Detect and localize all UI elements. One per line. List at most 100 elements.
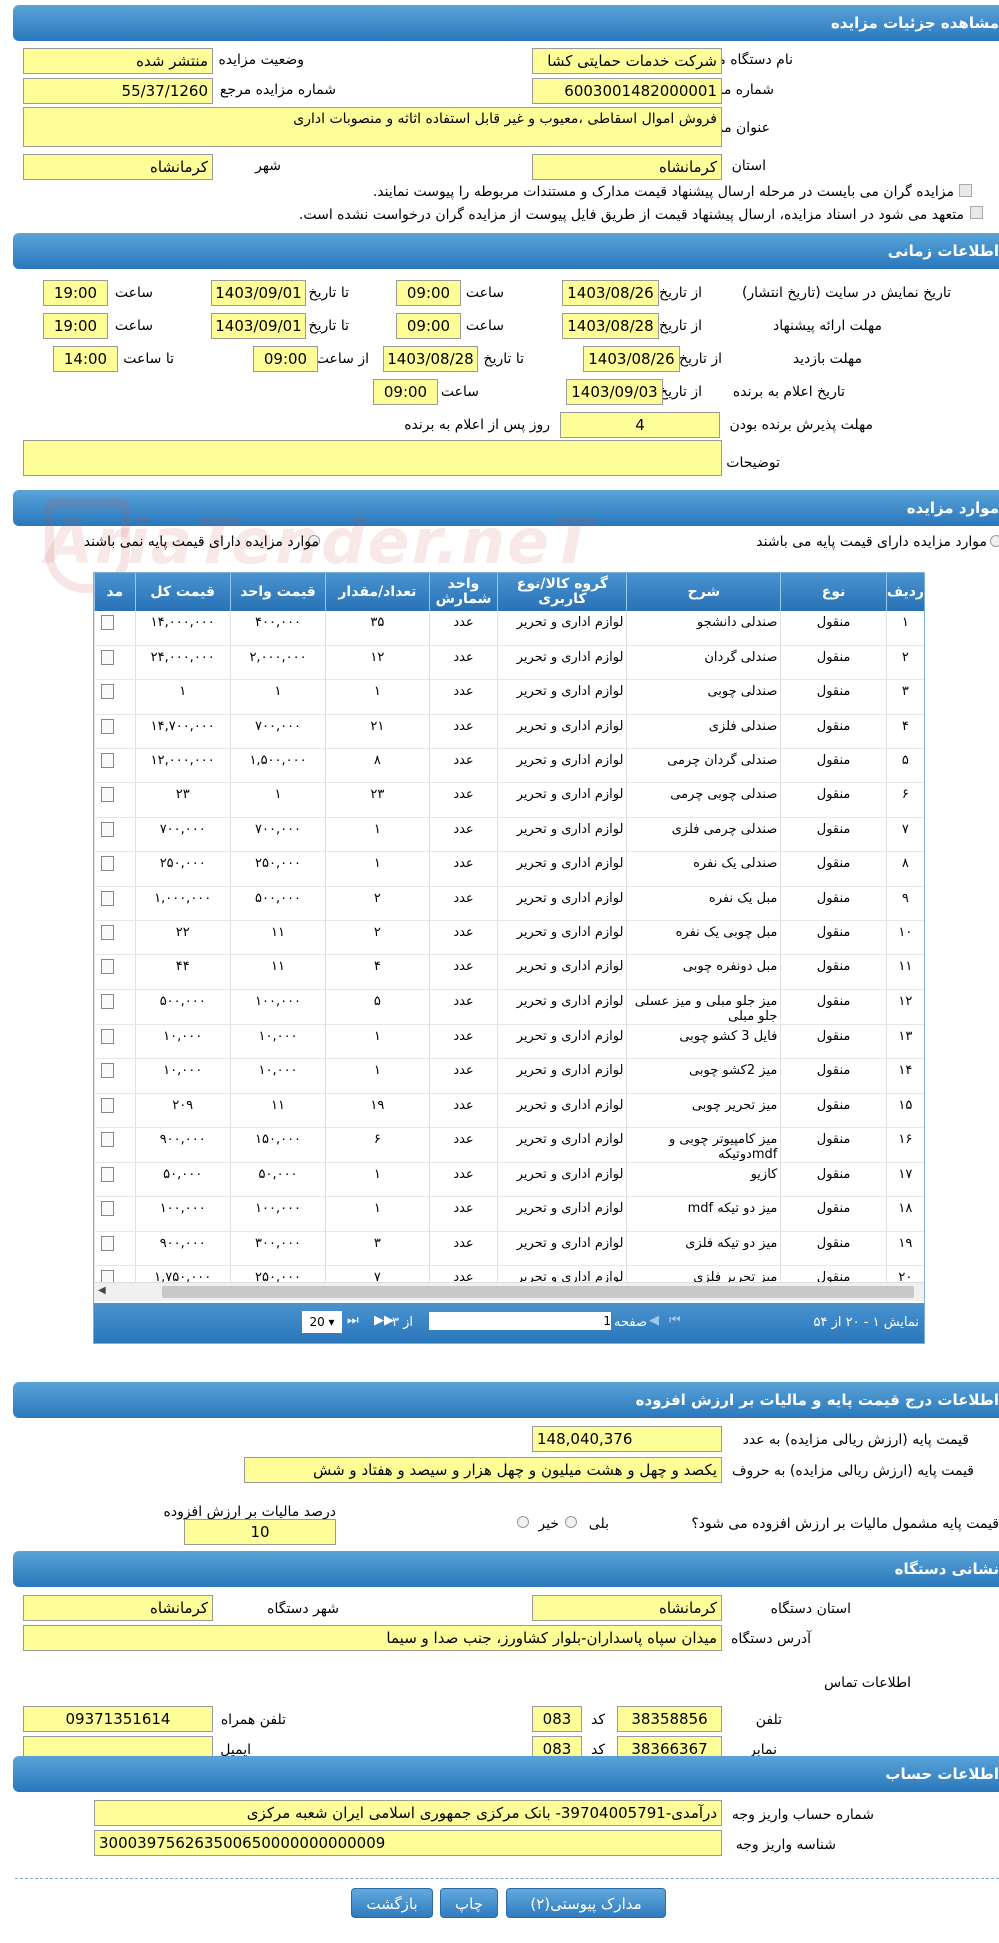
- row-checkbox[interactable]: [101, 684, 115, 700]
- row-checkbox[interactable]: [101, 993, 115, 1009]
- cell-more[interactable]: [94, 714, 135, 750]
- table-row[interactable]: ۸ منقول صندلی یک نفره لوازم اداری و تحریر عد…: [94, 851, 924, 887]
- row-checkbox[interactable]: [101, 1235, 115, 1251]
- row-checkbox[interactable]: [101, 1097, 115, 1113]
- row-checkbox[interactable]: [101, 890, 115, 906]
- scrollbar-thumb[interactable]: [162, 1286, 914, 1298]
- table-row[interactable]: ۱۹ منقول میز دو تیکه فلزی لوازم اداری و تحر…: [94, 1231, 924, 1267]
- table-row[interactable]: ۱۲ منقول میز جلو مبلی و میز عسلی جلو مبلی ل…: [94, 989, 924, 1025]
- cell-more[interactable]: [94, 645, 135, 681]
- cell-more[interactable]: [94, 886, 135, 922]
- row-checkbox[interactable]: [101, 615, 115, 630]
- cell-row: ۱۱: [885, 954, 924, 990]
- row-checkbox[interactable]: [101, 753, 115, 769]
- cell-more[interactable]: [94, 1024, 135, 1060]
- table-row[interactable]: ۲ منقول صندلی گردان لوازم اداری و تحریر عدد ۱…: [94, 645, 924, 681]
- row-checkbox[interactable]: [101, 1063, 115, 1079]
- pager-last-icon[interactable]: ⏭: [347, 1313, 359, 1328]
- row-checkbox[interactable]: [101, 1201, 115, 1217]
- cell-group: لوازم اداری و تحریر: [497, 1127, 627, 1163]
- col-type[interactable]: نوع: [780, 573, 887, 611]
- auction-details-page: مشاهده جزئیات مزایده نام دستگاه مزایده گ…: [0, 0, 999, 1943]
- table-row[interactable]: ۴ منقول صندلی فلزی لوازم اداری و تحریر عدد ۲۱…: [94, 714, 924, 750]
- table-row[interactable]: ۱ منقول صندلی دانشجو لوازم اداری و تحریر عدد…: [94, 611, 924, 646]
- has-base-price-radio[interactable]: [990, 535, 999, 547]
- row-checkbox[interactable]: [101, 1028, 115, 1044]
- vat-yes-radio[interactable]: [565, 1516, 577, 1528]
- col-unit-price[interactable]: قیمت واحد: [229, 573, 326, 611]
- cell-qty: ۱: [325, 1024, 430, 1060]
- cell-qty: ۸: [325, 748, 430, 784]
- row-checkbox[interactable]: [101, 649, 115, 665]
- back-button[interactable]: بازگشت: [351, 1888, 433, 1918]
- pager-first-icon[interactable]: ⏮: [669, 1313, 681, 1328]
- row-checkbox[interactable]: [101, 1131, 115, 1147]
- row-checkbox[interactable]: [101, 718, 115, 734]
- col-group[interactable]: گروه کالا/نوع کاربری: [497, 573, 627, 611]
- scroll-left-arrow-icon[interactable]: ◀: [98, 1285, 106, 1296]
- table-row[interactable]: ۶ منقول صندلی چوبی چرمی لوازم اداری و تحریر…: [94, 782, 924, 818]
- cell-more[interactable]: [94, 679, 135, 715]
- table-row[interactable]: ۱۳ منقول فایل 3 کشو چوبی لوازم اداری و تحری…: [94, 1024, 924, 1060]
- col-desc[interactable]: شرح: [626, 573, 781, 611]
- cell-more[interactable]: [94, 782, 135, 818]
- cell-type: منقول: [780, 611, 887, 646]
- announce-date: 1403/09/03: [566, 379, 663, 405]
- table-row[interactable]: ۵ منقول صندلی گردان چرمی لوازم اداری و تحری…: [94, 748, 924, 784]
- cell-total-price: ۱۴,۰۰۰,۰۰۰: [134, 611, 231, 646]
- cell-more[interactable]: [94, 1196, 135, 1232]
- col-row[interactable]: ردیف: [885, 573, 924, 611]
- cell-more[interactable]: [94, 954, 135, 990]
- row-checkbox[interactable]: [101, 821, 115, 837]
- row-checkbox[interactable]: [101, 1166, 115, 1182]
- cell-more[interactable]: [94, 611, 135, 646]
- cell-more[interactable]: [94, 920, 135, 956]
- row-checkbox[interactable]: [101, 925, 115, 941]
- table-row[interactable]: ۱۶ منقول میز کامپیوتر چوبی و mdfدوتیکه لواز…: [94, 1127, 924, 1163]
- has-base-price-label: موارد مزایده دارای قیمت پایه می باشند: [756, 534, 987, 550]
- cell-more[interactable]: [94, 851, 135, 887]
- cell-desc: صندلی دانشجو: [626, 611, 781, 646]
- cell-type: منقول: [780, 954, 887, 990]
- col-unit[interactable]: واحد شمارش: [428, 573, 498, 611]
- cell-more[interactable]: [94, 1127, 135, 1163]
- table-row[interactable]: ۷ منقول صندلی چرمی فلزی لوازم اداری و تحریر…: [94, 817, 924, 853]
- cell-more[interactable]: [94, 1231, 135, 1267]
- vat-no-radio[interactable]: [517, 1516, 529, 1528]
- cell-total-price: ۱۴,۷۰۰,۰۰۰: [134, 714, 231, 750]
- from-date-label: از تاریخ: [659, 384, 702, 400]
- pager-next-icon[interactable]: ▶▶: [374, 1313, 394, 1328]
- table-row[interactable]: ۱۵ منقول میز تحریر چوبی لوازم اداری و تحریر…: [94, 1093, 924, 1128]
- pager-prev-icon[interactable]: ◀: [649, 1313, 659, 1328]
- cell-more[interactable]: [94, 748, 135, 784]
- no-file-request-checkbox[interactable]: [970, 206, 983, 219]
- row-checkbox[interactable]: [101, 787, 115, 803]
- table-row[interactable]: ۱۱ منقول مبل دونفره چوبی لوازم اداری و تحری…: [94, 954, 924, 990]
- col-qty[interactable]: تعداد/مقدار: [325, 573, 430, 611]
- cell-more[interactable]: [94, 1093, 135, 1128]
- attach-docs-checkbox[interactable]: [959, 184, 972, 197]
- horizontal-scrollbar[interactable]: ◀: [94, 1282, 924, 1301]
- table-row[interactable]: ۱۷ منقول کازیو لوازم اداری و تحریر عدد ۱ ۵۰,۰۰…: [94, 1162, 924, 1198]
- col-more[interactable]: مد: [94, 573, 135, 611]
- cell-more[interactable]: [94, 1162, 135, 1198]
- row-checkbox[interactable]: [101, 959, 115, 975]
- col-total-price[interactable]: قیمت کل: [134, 573, 231, 611]
- row-checkbox[interactable]: [101, 856, 115, 872]
- attachments-button[interactable]: مدارک پیوستی(۲): [506, 1888, 666, 1918]
- pager-page-input[interactable]: 1: [429, 1312, 611, 1330]
- table-row[interactable]: ۳ منقول صندلی چوبی لوازم اداری و تحریر عدد ۱ ۱…: [94, 679, 924, 715]
- table-row[interactable]: ۱۰ منقول مبل چوبی یک نفره لوازم اداری و تحر…: [94, 920, 924, 956]
- print-button[interactable]: چاپ: [440, 1888, 498, 1918]
- cell-more[interactable]: [94, 989, 135, 1025]
- pager-size-select[interactable]: 20 ▾: [302, 1311, 342, 1333]
- cell-type: منقول: [780, 714, 887, 750]
- divider: [15, 1878, 999, 1879]
- table-row[interactable]: ۹ منقول مبل یک نفره لوازم اداری و تحریر عدد ۲…: [94, 886, 924, 922]
- cell-more[interactable]: [94, 817, 135, 853]
- table-row[interactable]: ۱۸ منقول میز دو تیکه mdf لوازم اداری و تحری…: [94, 1196, 924, 1232]
- cell-qty: ۶: [325, 1127, 430, 1163]
- cell-more[interactable]: [94, 1058, 135, 1094]
- table-row[interactable]: ۱۴ منقول میز 2کشو چوبی لوازم اداری و تحریر ع…: [94, 1058, 924, 1094]
- cell-unit-price: ۲,۰۰۰,۰۰۰: [229, 645, 326, 681]
